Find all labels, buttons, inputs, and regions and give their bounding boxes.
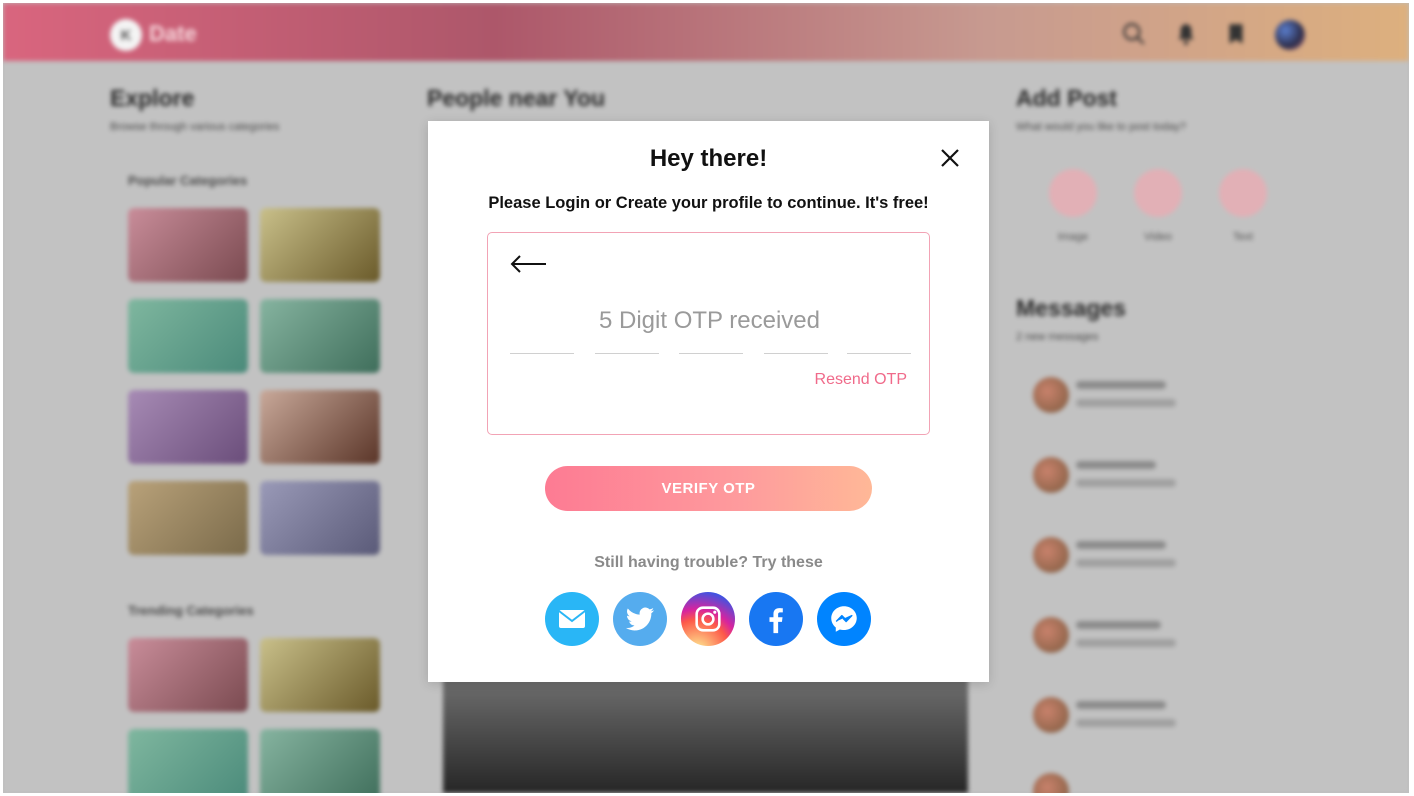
category-thumbnail[interactable] <box>128 729 248 793</box>
message-avatar[interactable] <box>1033 773 1069 793</box>
search-icon[interactable] <box>1121 21 1147 47</box>
modal-title: Hey there! <box>649 145 768 172</box>
top-bar: K Date <box>3 3 1409 61</box>
category-thumbnail[interactable] <box>128 481 248 555</box>
bookmark-icon[interactable] <box>1223 21 1249 47</box>
add-post-subtitle: What would you like to post today? <box>1016 121 1186 133</box>
close-icon[interactable] <box>937 145 963 171</box>
post-type-label: Image <box>1057 231 1089 243</box>
app-name: Date <box>149 21 197 46</box>
logo-badge: K <box>110 19 142 51</box>
add-post-title: Add Post <box>1016 85 1117 111</box>
modal-subtitle: Please Login or Create your profile to c… <box>488 194 929 212</box>
category-thumbnail[interactable] <box>260 481 380 555</box>
profile-avatar[interactable] <box>1275 20 1305 50</box>
resend-otp-link[interactable]: Resend OTP <box>815 371 907 389</box>
app-window: K Date Explore Browse through various ca… <box>3 3 1409 793</box>
category-thumbnail[interactable] <box>128 638 248 712</box>
messages-subtitle: 2 new messages <box>1016 331 1099 343</box>
message-preview <box>1076 399 1176 407</box>
message-preview <box>1076 639 1176 647</box>
bell-icon[interactable] <box>1173 21 1199 47</box>
otp-digit-input[interactable] <box>847 329 911 354</box>
message-avatar[interactable] <box>1033 377 1069 413</box>
explore-title: Explore <box>110 85 195 111</box>
facebook-icon[interactable] <box>749 592 803 646</box>
add-text-button[interactable] <box>1219 169 1267 217</box>
category-thumbnail[interactable] <box>128 390 248 464</box>
add-image-button[interactable] <box>1049 169 1097 217</box>
back-arrow-icon[interactable] <box>508 249 548 279</box>
trouble-text: Still having trouble? Try these <box>594 554 823 571</box>
category-thumbnail[interactable] <box>128 299 248 373</box>
twitter-icon[interactable] <box>613 592 667 646</box>
message-avatar[interactable] <box>1033 537 1069 573</box>
otp-panel: 5 Digit OTP received Resend OTP <box>487 232 930 435</box>
category-thumbnail[interactable] <box>260 208 380 282</box>
add-video-button[interactable] <box>1134 169 1182 217</box>
category-thumbnail[interactable] <box>260 299 380 373</box>
explore-subtitle: Browse through various categories <box>110 121 280 133</box>
email-icon[interactable] <box>545 592 599 646</box>
otp-digit-input[interactable] <box>679 329 743 354</box>
trending-categories-label: Trending Categories <box>128 603 254 618</box>
category-thumbnail[interactable] <box>260 638 380 712</box>
category-thumbnail[interactable] <box>260 729 380 793</box>
popular-categories-label: Popular Categories <box>128 173 248 188</box>
messenger-icon[interactable] <box>817 592 871 646</box>
message-avatar[interactable] <box>1033 457 1069 493</box>
otp-digit-input[interactable] <box>510 329 574 354</box>
message-preview <box>1076 479 1176 487</box>
message-name <box>1076 381 1166 389</box>
post-type-label: Text <box>1232 231 1254 243</box>
otp-digit-input[interactable] <box>764 329 828 354</box>
otp-digit-input[interactable] <box>595 329 659 354</box>
post-type-label: Video <box>1144 231 1172 243</box>
category-thumbnail[interactable] <box>260 390 380 464</box>
message-preview <box>1076 719 1176 727</box>
verify-otp-button[interactable]: VERIFY OTP <box>545 466 872 511</box>
login-modal: Hey there! Please Login or Create your p… <box>428 121 989 682</box>
message-preview <box>1076 559 1176 567</box>
people-near-you-title: People near You <box>427 85 606 111</box>
message-name <box>1076 621 1161 629</box>
message-name <box>1076 701 1166 709</box>
message-avatar[interactable] <box>1033 697 1069 733</box>
category-thumbnail[interactable] <box>128 208 248 282</box>
message-name <box>1076 461 1156 469</box>
message-name <box>1076 541 1166 549</box>
message-avatar[interactable] <box>1033 617 1069 653</box>
instagram-icon[interactable] <box>681 592 735 646</box>
messages-title: Messages <box>1016 295 1126 321</box>
